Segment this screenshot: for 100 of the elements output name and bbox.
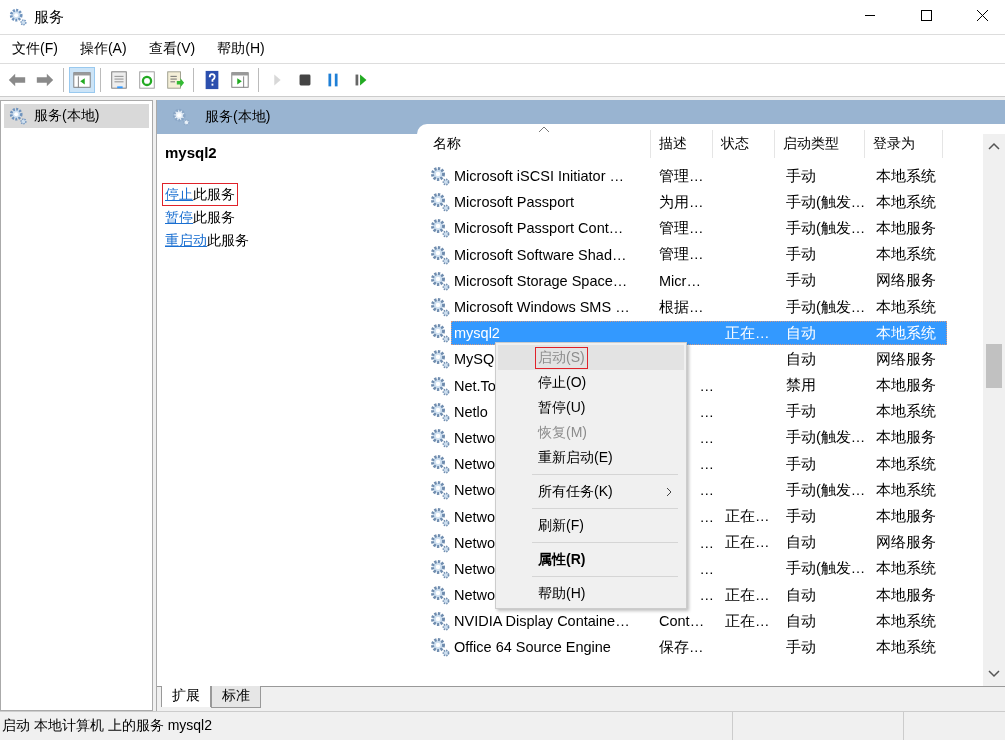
gear-icon bbox=[429, 400, 451, 423]
menu-item[interactable]: 重新启动(E) bbox=[498, 445, 684, 470]
table-cell: mysql2 bbox=[454, 325, 500, 342]
gear-icon bbox=[8, 7, 28, 27]
status-text: 启动 本地计算机 上的服务 mysql2 bbox=[0, 712, 733, 740]
table-cell: 自动 bbox=[786, 534, 816, 551]
table-cell: 正在… bbox=[725, 586, 770, 603]
table-cell: 本地系统 bbox=[876, 560, 936, 577]
menu-item[interactable]: 帮助(H) bbox=[209, 40, 273, 58]
gear-icon bbox=[429, 269, 451, 292]
action-link[interactable]: 停止 bbox=[165, 186, 193, 202]
menu-item[interactable]: 查看(V) bbox=[140, 40, 204, 58]
table-cell: 本地服务 bbox=[876, 586, 936, 603]
scroll-up-icon[interactable] bbox=[988, 142, 1000, 150]
table-cell: Office 64 Source Engine bbox=[454, 639, 611, 656]
column-header[interactable]: 启动类型 bbox=[775, 130, 865, 158]
table-cell: … bbox=[699, 560, 714, 577]
table-cell: 手动(触发… bbox=[786, 560, 866, 577]
gear-icon bbox=[429, 584, 451, 607]
table-cell: Netwo bbox=[454, 429, 496, 446]
table-cell: 保存… bbox=[659, 637, 704, 657]
table-cell: Microsoft Passport Cont… bbox=[454, 220, 624, 237]
table-cell: 正在… bbox=[725, 534, 770, 551]
table-cell: 管理… bbox=[659, 245, 704, 265]
menu-item[interactable]: 文件(F) bbox=[4, 40, 66, 58]
table-cell: 正在… bbox=[725, 324, 770, 341]
menu-item[interactable]: 帮助(H) bbox=[498, 581, 684, 606]
gear-icon bbox=[429, 296, 451, 319]
table-cell: Micr… bbox=[659, 272, 701, 289]
table-cell: 本地系统 bbox=[876, 455, 936, 472]
tree-icon bbox=[72, 70, 92, 90]
table-cell: 本地系统 bbox=[876, 246, 936, 263]
table-cell: 自动 bbox=[786, 324, 816, 341]
table-cell: 本地系统 bbox=[876, 324, 936, 341]
table-cell: Netwo bbox=[454, 482, 496, 499]
table-cell: 手动(触发… bbox=[786, 219, 866, 236]
menu-item[interactable]: 停止(O) bbox=[498, 370, 684, 395]
table-cell: 手动 bbox=[786, 455, 816, 472]
gear-icon bbox=[429, 557, 451, 580]
table-cell: 本地服务 bbox=[876, 219, 936, 236]
gear-icon bbox=[429, 610, 451, 633]
table-cell: 手动(触发… bbox=[786, 193, 866, 210]
scroll-down-icon[interactable] bbox=[988, 670, 1000, 678]
table-cell: 本地服务 bbox=[876, 508, 936, 525]
table-cell: 自动 bbox=[786, 586, 816, 603]
gear-icon bbox=[8, 106, 28, 126]
action-label: 此服务 bbox=[193, 186, 235, 202]
table-cell: … bbox=[699, 482, 714, 499]
gear-icon bbox=[429, 636, 451, 659]
gear-icon bbox=[429, 453, 451, 476]
table-cell: 根据… bbox=[659, 297, 704, 317]
scroll-thumb[interactable] bbox=[986, 344, 1002, 388]
sort-icon bbox=[537, 126, 550, 133]
table-cell: 本地服务 bbox=[876, 429, 936, 446]
gear-icon bbox=[429, 165, 451, 188]
gear-icon bbox=[429, 243, 451, 266]
service-name: mysql2 bbox=[165, 144, 218, 161]
table-cell: Netwo bbox=[454, 587, 496, 604]
table-cell: 自动 bbox=[786, 350, 816, 367]
table-cell: Cont… bbox=[659, 613, 705, 630]
table-cell: 本地系统 bbox=[876, 193, 936, 210]
table-cell: 本地系统 bbox=[876, 403, 936, 420]
table-cell: NVIDIA Display Containe… bbox=[454, 613, 630, 630]
menu-item[interactable]: 刷新(F) bbox=[498, 513, 684, 538]
menu-item[interactable]: 属性(R) bbox=[498, 547, 684, 572]
column-header[interactable]: 名称 bbox=[425, 130, 651, 158]
table-cell: 禁用 bbox=[786, 377, 816, 394]
table-cell: 手动 bbox=[786, 403, 816, 420]
table-cell: 手动 bbox=[786, 272, 816, 289]
table-cell: … bbox=[699, 456, 714, 473]
table-cell: 本地服务 bbox=[876, 377, 936, 394]
tab[interactable]: 标准 bbox=[211, 686, 261, 708]
menu-item[interactable]: 操作(A) bbox=[71, 40, 135, 58]
table-cell: 管理… bbox=[659, 166, 704, 186]
table-cell: Microsoft Software Shad… bbox=[454, 246, 627, 263]
column-header[interactable]: 描述 bbox=[651, 130, 713, 158]
table-cell: 手动 bbox=[786, 167, 816, 184]
scrollbar[interactable] bbox=[983, 134, 1005, 686]
action-link[interactable]: 重启动 bbox=[165, 232, 207, 248]
menu-item[interactable]: 暂停(U) bbox=[498, 395, 684, 420]
tree-item[interactable]: 服务(本地) bbox=[4, 104, 149, 128]
tab[interactable]: 扩展 bbox=[161, 686, 211, 707]
table-cell: 正在… bbox=[725, 508, 770, 525]
gear-icon bbox=[429, 426, 451, 449]
table-cell: Netwo bbox=[454, 560, 496, 577]
action-link[interactable]: 暂停 bbox=[165, 209, 193, 225]
gear-icon bbox=[429, 479, 451, 502]
table-cell: 手动 bbox=[786, 638, 816, 655]
column-header[interactable]: 状态 bbox=[713, 130, 775, 158]
table-cell: … bbox=[699, 508, 714, 525]
gear-icon bbox=[429, 191, 451, 214]
table-cell: … bbox=[699, 429, 714, 446]
table-cell: Microsoft Storage Space… bbox=[454, 272, 628, 289]
table-cell: 手动(触发… bbox=[786, 429, 866, 446]
table-cell: 正在… bbox=[725, 612, 770, 629]
gear-icon bbox=[429, 348, 451, 371]
menu-item[interactable]: 所有任务(K) bbox=[498, 479, 684, 504]
column-header[interactable]: 登录为 bbox=[865, 130, 943, 158]
table-cell: 本地系统 bbox=[876, 481, 936, 498]
actionpane-icon bbox=[230, 70, 250, 90]
